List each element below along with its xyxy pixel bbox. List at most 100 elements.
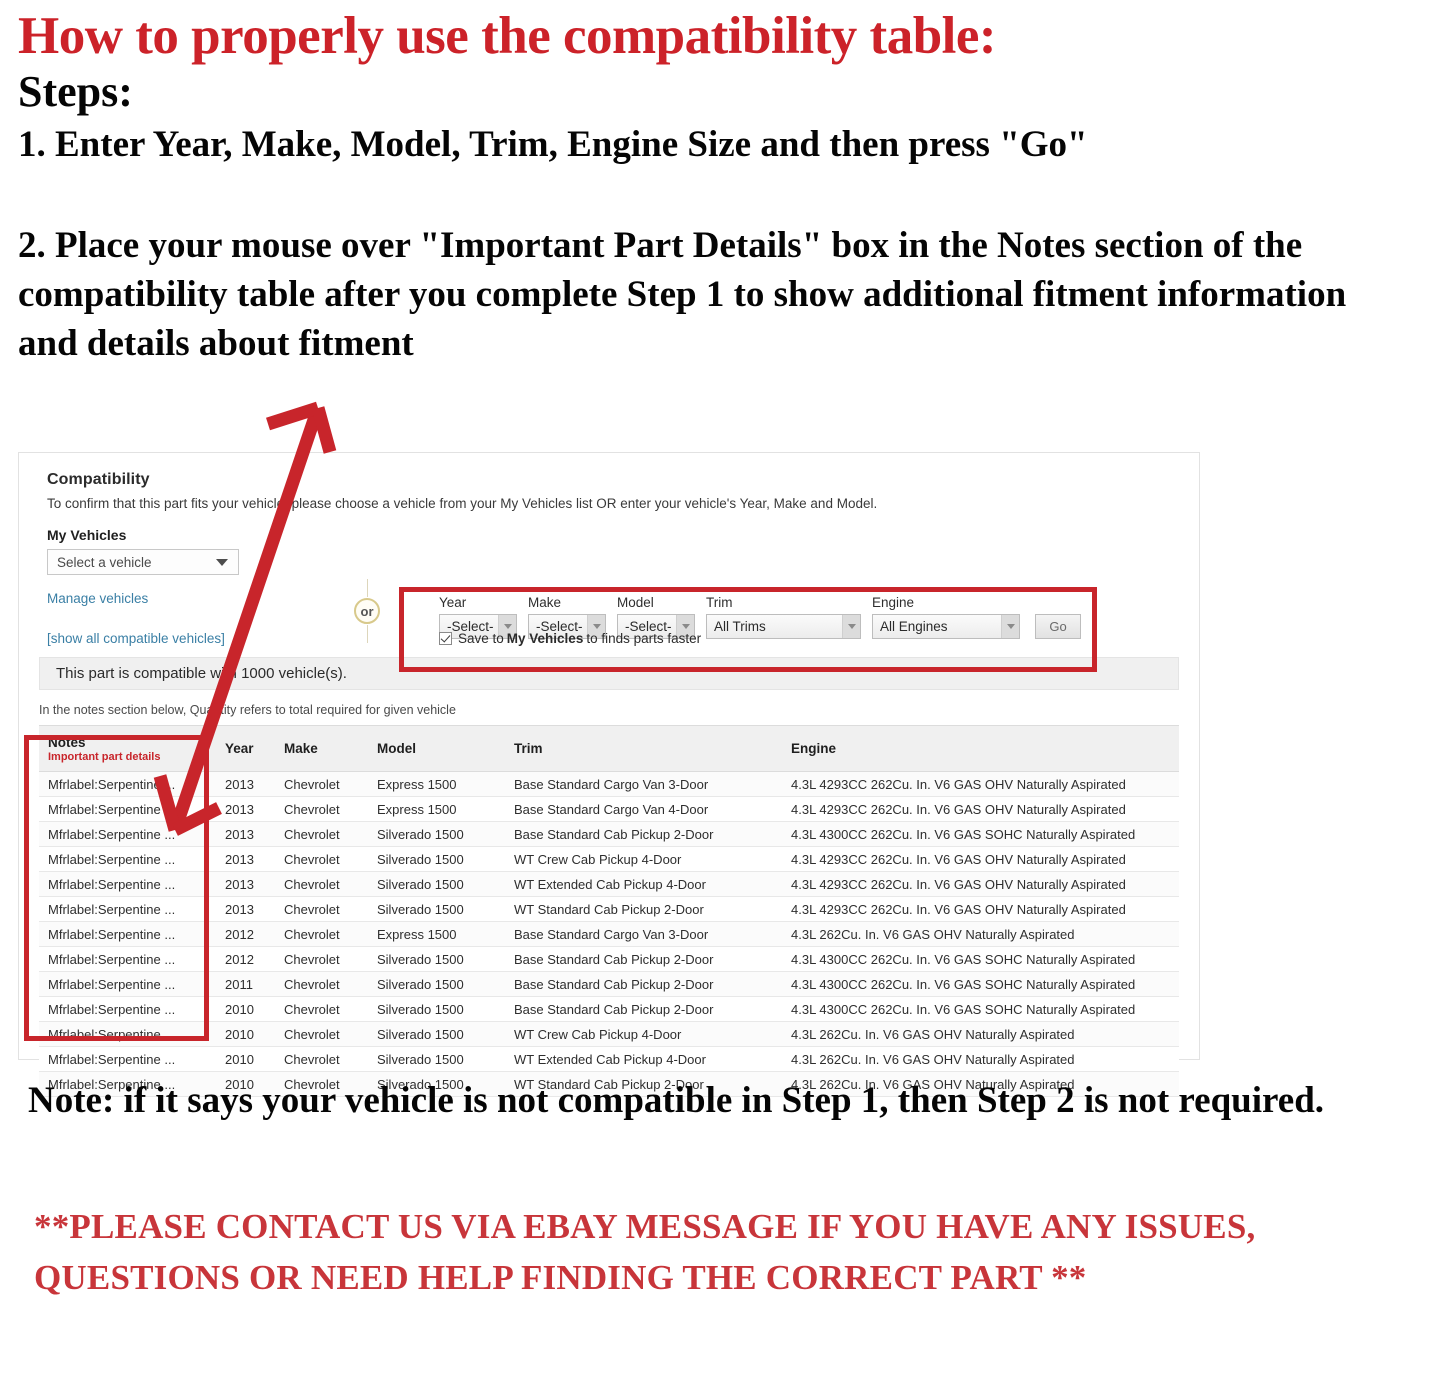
cell-engine: 4.3L 262Cu. In. V6 GAS OHV Naturally Asp… <box>782 1021 1179 1047</box>
cell-model: Silverado 1500 <box>368 896 505 922</box>
cell-notes: Mfrlabel:Serpentine ... <box>39 796 216 822</box>
cell-engine: 4.3L 4300CC 262Cu. In. V6 GAS SOHC Natur… <box>782 971 1179 997</box>
cell-make: Chevrolet <box>275 996 368 1022</box>
make-label: Make <box>528 595 562 610</box>
cell-trim: Base Standard Cargo Van 4-Door <box>505 796 782 822</box>
vehicle-chooser: My Vehicles Select a vehicle Manage vehi… <box>47 527 1179 672</box>
step-2-text: 2. Place your mouse over "Important Part… <box>18 224 1347 365</box>
cell-engine: 4.3L 4293CC 262Cu. In. V6 GAS OHV Natura… <box>782 846 1179 872</box>
cell-year: 2013 <box>216 846 275 872</box>
cell-engine: 4.3L 4293CC 262Cu. In. V6 GAS OHV Natura… <box>782 896 1179 922</box>
save-checkbox[interactable] <box>439 632 452 645</box>
compatibility-subtitle: To confirm that this part fits your vehi… <box>47 496 878 511</box>
cell-notes: Mfrlabel:Serpentine ... <box>39 971 216 997</box>
cell-engine: 4.3L 262Cu. In. V6 GAS OHV Naturally Asp… <box>782 1046 1179 1072</box>
table-row[interactable]: Mfrlabel:Serpentine ... 2010 Chevrolet Silv… <box>39 996 1179 1022</box>
cell-model: Silverado 1500 <box>368 971 505 997</box>
cell-make: Chevrolet <box>275 871 368 897</box>
cell-notes: Mfrlabel:Serpentine ... <box>39 771 216 797</box>
footer-contact-message: **PLEASE CONTACT US VIA EBAY MESSAGE IF … <box>34 1207 1256 1297</box>
chevron-down-icon <box>842 615 860 638</box>
cell-year: 2011 <box>216 971 275 997</box>
cell-notes: Mfrlabel:Serpentine ... <box>39 996 216 1022</box>
table-row[interactable]: Mfrlabel:Serpentine ... 2013 Chevrolet Expr… <box>39 796 1179 822</box>
cell-trim: Base Standard Cab Pickup 2-Door <box>505 946 782 972</box>
cell-engine: 4.3L 4293CC 262Cu. In. V6 GAS OHV Natura… <box>782 796 1179 822</box>
cell-trim: Base Standard Cargo Van 3-Door <box>505 921 782 947</box>
cell-model: Silverado 1500 <box>368 946 505 972</box>
cell-model: Silverado 1500 <box>368 821 505 847</box>
compatibility-title: Compatibility <box>47 471 150 488</box>
engine-value: All Engines <box>880 619 948 634</box>
cell-year: 2010 <box>216 1021 275 1047</box>
cell-engine: 4.3L 4293CC 262Cu. In. V6 GAS OHV Natura… <box>782 771 1179 797</box>
cell-trim: WT Extended Cab Pickup 4-Door <box>505 871 782 897</box>
cell-trim: Base Standard Cab Pickup 2-Door <box>505 971 782 997</box>
cell-engine: 4.3L 4300CC 262Cu. In. V6 GAS SOHC Natur… <box>782 821 1179 847</box>
cell-make: Chevrolet <box>275 821 368 847</box>
or-divider: or <box>347 579 387 643</box>
cell-engine: 4.3L 4300CC 262Cu. In. V6 GAS SOHC Natur… <box>782 996 1179 1022</box>
field-trim: Trim All Trims <box>706 595 861 639</box>
table-row[interactable]: Mfrlabel:Serpentine ... 2012 Chevrolet Silv… <box>39 946 1179 972</box>
cell-notes: Mfrlabel:Serpentine ... <box>39 921 216 947</box>
cell-trim: Base Standard Cab Pickup 2-Door <box>505 996 782 1022</box>
table-body: Mfrlabel:Serpentine ... 2013 Chevrolet Expr… <box>39 771 1179 1097</box>
cell-model: Silverado 1500 <box>368 846 505 872</box>
or-badge: or <box>354 598 380 624</box>
cell-notes: Mfrlabel:Serpentine ... <box>39 871 216 897</box>
cell-model: Silverado 1500 <box>368 1021 505 1047</box>
go-button[interactable]: Go <box>1035 614 1081 639</box>
cell-trim: WT Extended Cab Pickup 4-Door <box>505 1046 782 1072</box>
table-row[interactable]: Mfrlabel:Serpentine ... 2013 Chevrolet Silv… <box>39 846 1179 872</box>
or-line-bottom <box>366 625 368 643</box>
table-row[interactable]: Mfrlabel:Serpentine ... 2013 Chevrolet Silv… <box>39 871 1179 897</box>
table-row[interactable]: Mfrlabel:Serpentine ... 2013 Chevrolet Silv… <box>39 821 1179 847</box>
year-label: Year <box>439 595 467 610</box>
column-header-notes: Notes Important part details <box>39 725 216 772</box>
cell-make: Chevrolet <box>275 1046 368 1072</box>
model-label: Model <box>617 595 654 610</box>
save-bold-text: My Vehicles <box>506 631 584 646</box>
trim-label: Trim <box>706 595 733 610</box>
my-vehicles-label: My Vehicles <box>47 527 127 543</box>
cell-make: Chevrolet <box>275 971 368 997</box>
column-header-make: Make <box>275 725 368 772</box>
cell-model: Express 1500 <box>368 771 505 797</box>
cell-notes: Mfrlabel:Serpentine ... <box>39 846 216 872</box>
or-line-top <box>366 579 368 597</box>
cell-notes: Mfrlabel:Serpentine ... <box>39 1046 216 1072</box>
cell-engine: 4.3L 4293CC 262Cu. In. V6 GAS OHV Natura… <box>782 871 1179 897</box>
table-row[interactable]: Mfrlabel:Serpentine ... 2013 Chevrolet Silv… <box>39 896 1179 922</box>
cell-trim: WT Crew Cab Pickup 4-Door <box>505 846 782 872</box>
cell-notes: Mfrlabel:Serpentine ... <box>39 1021 216 1047</box>
cell-model: Express 1500 <box>368 796 505 822</box>
cell-make: Chevrolet <box>275 946 368 972</box>
engine-dropdown[interactable]: All Engines <box>872 614 1020 639</box>
cell-make: Chevrolet <box>275 771 368 797</box>
notes-quantity-hint: In the notes section below, Quantity ref… <box>39 703 456 717</box>
vehicle-select[interactable]: Select a vehicle <box>47 549 239 575</box>
table-row[interactable]: Mfrlabel:Serpentine ... 2011 Chevrolet Silv… <box>39 971 1179 997</box>
cell-model: Silverado 1500 <box>368 1046 505 1072</box>
cell-year: 2010 <box>216 996 275 1022</box>
cell-notes: Mfrlabel:Serpentine ... <box>39 946 216 972</box>
cell-model: Silverado 1500 <box>368 871 505 897</box>
cell-trim: WT Standard Cab Pickup 2-Door <box>505 896 782 922</box>
table-row[interactable]: Mfrlabel:Serpentine ... 2012 Chevrolet Expr… <box>39 921 1179 947</box>
cell-trim: WT Crew Cab Pickup 4-Door <box>505 1021 782 1047</box>
cell-year: 2013 <box>216 871 275 897</box>
column-header-year: Year <box>216 725 275 772</box>
cell-notes: Mfrlabel:Serpentine ... <box>39 896 216 922</box>
save-to-my-vehicles-row[interactable]: Save to My Vehicles to finds parts faste… <box>439 631 701 646</box>
table-row[interactable]: Mfrlabel:Serpentine ... 2010 Chevrolet Silv… <box>39 1021 1179 1047</box>
table-row[interactable]: Mfrlabel:Serpentine ... 2013 Chevrolet Expr… <box>39 771 1179 797</box>
column-header-engine: Engine <box>782 725 1179 772</box>
cell-year: 2013 <box>216 771 275 797</box>
column-header-model: Model <box>368 725 505 772</box>
cell-make: Chevrolet <box>275 896 368 922</box>
trim-dropdown[interactable]: All Trims <box>706 614 861 639</box>
compatibility-table: Notes Important part details Year Make M… <box>39 725 1179 1097</box>
table-row[interactable]: Mfrlabel:Serpentine ... 2010 Chevrolet Silv… <box>39 1046 1179 1072</box>
step-1-text: 1. Enter Year, Make, Model, Trim, Engine… <box>18 123 1088 165</box>
